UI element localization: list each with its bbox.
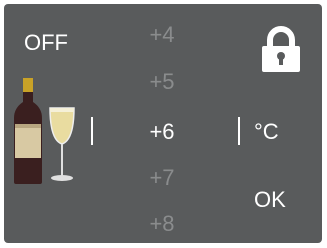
wine-cooler-control-screen: OFF +4 +5 +6 +7 +8 °C OK xyxy=(4,4,322,243)
lock-icon[interactable] xyxy=(260,26,302,72)
right-divider xyxy=(238,117,240,145)
temperature-unit-toggle[interactable]: °C xyxy=(254,118,279,146)
temperature-option-selected[interactable]: +6 xyxy=(132,118,192,146)
wine-bottle-and-glass-icon xyxy=(14,78,75,184)
temperature-option[interactable]: +7 xyxy=(132,164,192,192)
left-divider xyxy=(91,117,93,145)
temperature-option[interactable]: +4 xyxy=(132,21,192,49)
power-toggle-button[interactable]: OFF xyxy=(24,29,68,57)
temperature-option[interactable]: +8 xyxy=(132,210,192,238)
temperature-option[interactable]: +5 xyxy=(132,68,192,96)
ok-button[interactable]: OK xyxy=(254,186,286,214)
